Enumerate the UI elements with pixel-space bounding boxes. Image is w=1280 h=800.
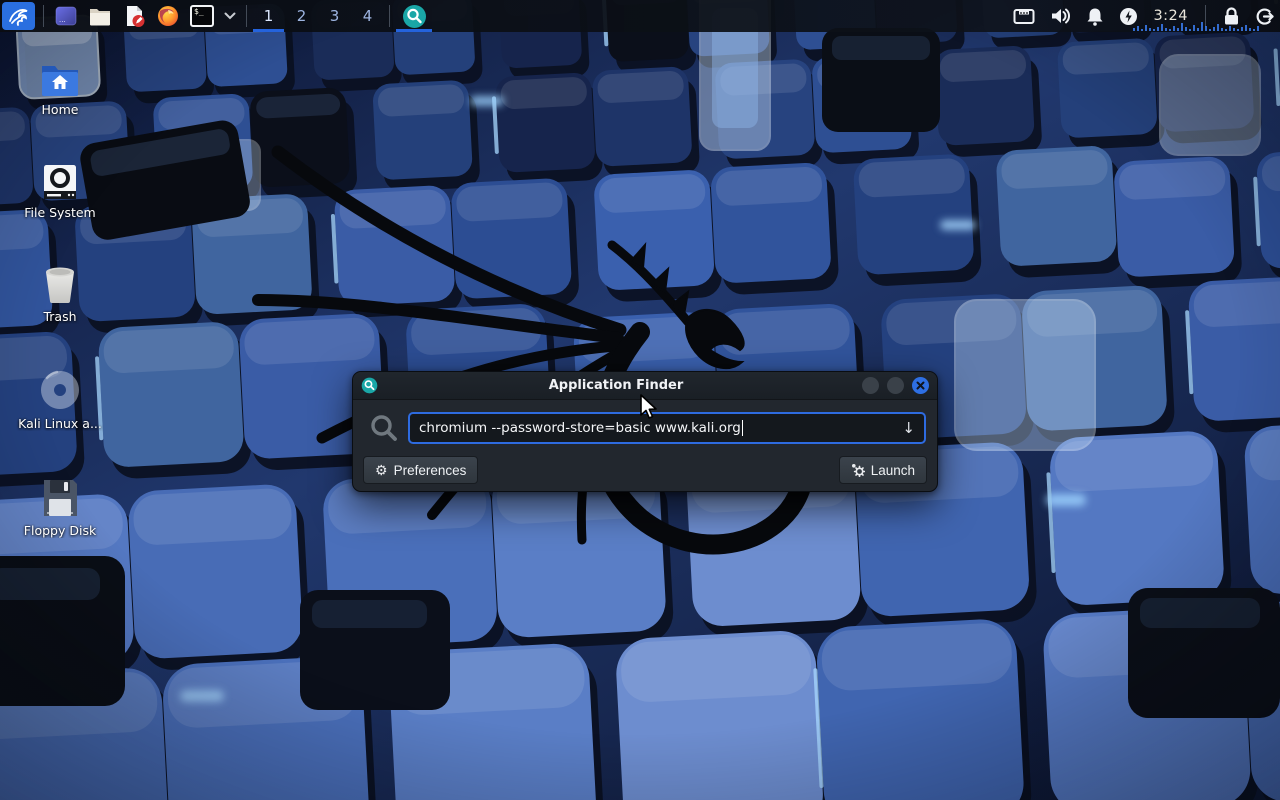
launch-button-label: Launch [871, 463, 915, 478]
launcher-text-editor[interactable] [121, 3, 147, 29]
trash-icon [40, 264, 80, 304]
application-finder-icon [402, 4, 427, 29]
launcher-firefox[interactable] [155, 3, 181, 29]
window-app-icon: ... [54, 4, 78, 28]
desktop-icon-label: Trash [12, 309, 108, 324]
terminal-icon: $_ [190, 5, 214, 27]
launcher-expand-chevron[interactable] [222, 12, 238, 20]
panel-separator [246, 5, 247, 27]
panel-spacer [433, 0, 1013, 32]
workspace-3-button[interactable]: 3 [318, 0, 351, 32]
top-panel: ... $_ 1 2 3 4 [0, 0, 1280, 32]
desktop-root: { "panel": { "workspaces": { "items": ["… [0, 0, 1280, 800]
workspace-2-button[interactable]: 2 [285, 0, 318, 32]
firefox-icon [156, 4, 180, 28]
search-icon [369, 413, 399, 443]
close-button[interactable] [912, 377, 929, 394]
text-caret [742, 420, 744, 436]
desktop-icon-label: File System [12, 205, 108, 220]
application-finder-icon [361, 377, 378, 394]
desktop-icon-label: Kali Linux a... [12, 416, 108, 431]
notification-bell-icon[interactable] [1086, 7, 1104, 26]
application-finder-window: Application Finder chromium --password-s… [352, 371, 938, 492]
svg-text:...: ... [59, 16, 66, 24]
kali-dragon-icon [7, 4, 31, 28]
desktop-icon-label: Home [12, 102, 108, 117]
floppy-disk-icon [41, 478, 79, 518]
gear-icon: ⚙ [375, 463, 388, 477]
optical-disc-icon [39, 369, 81, 411]
document-edit-icon [122, 4, 146, 28]
workspace-label: 2 [297, 7, 307, 25]
command-input[interactable]: chromium --password-store=basic www.kali… [408, 412, 926, 444]
launch-button[interactable]: Launch [839, 456, 927, 484]
workspace-label: 4 [363, 7, 373, 25]
wallpaper-waveform [1133, 19, 1259, 31]
desktop-icon-file-system[interactable]: File System [12, 160, 108, 220]
applications-menu-button[interactable] [2, 2, 35, 30]
home-folder-icon [40, 63, 80, 97]
desktop-icon-floppy-disk[interactable]: Floppy Disk [12, 478, 108, 538]
launch-icon [851, 463, 865, 477]
launcher-appearance[interactable]: ... [53, 3, 79, 29]
maximize-button[interactable] [887, 377, 904, 394]
panel-separator [389, 5, 390, 27]
desktop-icon-home[interactable]: Home [12, 57, 108, 117]
preferences-button[interactable]: ⚙ Preferences [363, 456, 478, 484]
preferences-button-label: Preferences [394, 463, 467, 478]
history-dropdown-arrow-icon[interactable]: ↓ [902, 419, 915, 437]
workspace-4-button[interactable]: 4 [351, 0, 384, 32]
workspace-1-button[interactable]: 1 [252, 0, 285, 32]
chevron-down-icon [224, 12, 236, 20]
panel-separator [43, 5, 44, 27]
workspace-label: 3 [330, 7, 340, 25]
window-title: Application Finder [378, 378, 854, 393]
taskbar-application-finder[interactable] [395, 0, 433, 32]
desktop-icon-trash[interactable]: Trash [12, 264, 108, 324]
minimize-button[interactable] [862, 377, 879, 394]
terminal-prompt-glyph: $_ [194, 7, 204, 16]
hard-drive-icon [41, 164, 79, 200]
volume-icon[interactable] [1050, 7, 1071, 25]
folder-icon [88, 4, 112, 28]
mouse-cursor [637, 393, 659, 421]
desktop-icon-label: Floppy Disk [12, 523, 108, 538]
launcher-file-manager[interactable] [87, 3, 113, 29]
command-input-value: chromium --password-store=basic www.kali… [419, 420, 741, 436]
workspace-label: 1 [264, 7, 274, 25]
close-icon [916, 381, 925, 390]
desktop-icon-kali-cd[interactable]: Kali Linux a... [12, 371, 108, 431]
launcher-terminal[interactable]: $_ [189, 3, 215, 29]
network-icon[interactable] [1013, 8, 1035, 25]
